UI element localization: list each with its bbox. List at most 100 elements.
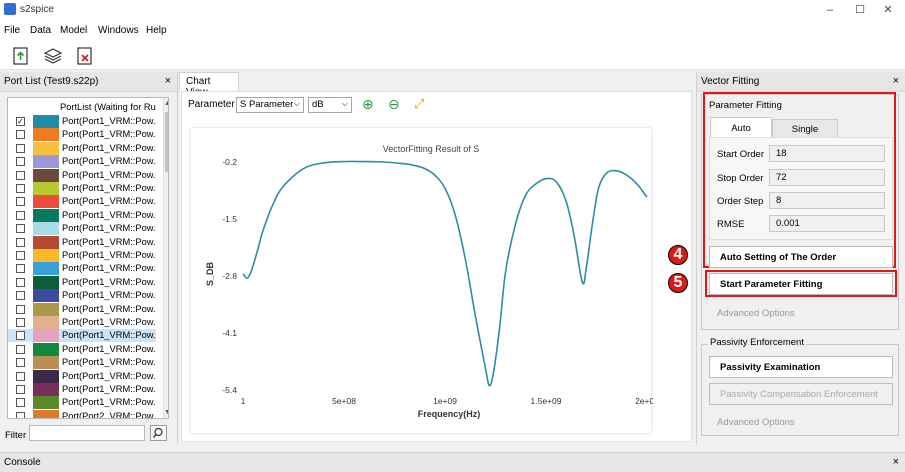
port-checkbox[interactable]: [16, 344, 25, 354]
tab-auto[interactable]: Auto: [710, 117, 772, 138]
port-checkbox[interactable]: [16, 197, 25, 207]
port-list-scrollbar[interactable]: ▲ ▼: [163, 98, 168, 418]
port-checkbox[interactable]: [16, 331, 25, 341]
list-item[interactable]: Port(Port1_VRM::Pow...: [8, 356, 156, 370]
port-checkbox[interactable]: [16, 304, 25, 314]
scroll-down-icon[interactable]: ▼: [164, 409, 168, 417]
import-icon[interactable]: [10, 46, 32, 66]
close-window-button[interactable]: ✕: [873, 2, 903, 18]
port-checkbox[interactable]: [16, 224, 25, 234]
list-item[interactable]: Port(Port1_VRM::Pow...: [8, 235, 156, 249]
delete-file-icon[interactable]: [74, 46, 96, 66]
port-checkbox[interactable]: [16, 184, 25, 193]
port-checkbox[interactable]: [16, 130, 25, 140]
list-item[interactable]: Port(Port1_VRM::Pow...: [8, 383, 156, 396]
port-list[interactable]: PortList (Waiting for Ru ✓ Port(Port1_VRM…: [7, 97, 169, 419]
tab-single[interactable]: Single: [772, 119, 838, 138]
port-checkbox[interactable]: [16, 291, 25, 301]
list-item[interactable]: Port(Port1_VRM::Pow...: [8, 316, 156, 329]
port-color-swatch: [33, 235, 59, 249]
close-vector-fitting-icon[interactable]: ×: [893, 75, 899, 87]
port-label: Port(Port1_VRM::Pow...: [62, 343, 156, 354]
port-checkbox[interactable]: [16, 251, 25, 260]
menu-model[interactable]: Model: [60, 25, 87, 36]
list-item[interactable]: Port(Port1_VRM::Pow...: [8, 289, 156, 303]
maximize-button[interactable]: ☐: [845, 2, 875, 18]
port-checkbox[interactable]: [16, 143, 25, 153]
port-checkbox[interactable]: [16, 237, 25, 247]
port-color-swatch: [33, 289, 59, 303]
list-item[interactable]: Port(Port1_VRM::Pow...: [8, 342, 156, 356]
list-item[interactable]: Port(Port1_VRM::Pow...: [8, 128, 156, 142]
menu-help[interactable]: Help: [146, 25, 167, 36]
list-item[interactable]: ✓ Port(Port1_VRM::Pow...: [8, 115, 156, 128]
advanced-options-link-2[interactable]: Advanced Options: [717, 417, 795, 428]
start-parameter-fitting-button[interactable]: Start Parameter Fitting: [709, 273, 893, 295]
port-checkbox[interactable]: [16, 210, 25, 220]
list-item[interactable]: Port(Port2_VRM::Pow...: [8, 409, 156, 418]
port-checkbox[interactable]: [16, 358, 25, 368]
close-console-icon[interactable]: ×: [893, 456, 899, 468]
vector-fitting-chart[interactable]: VectorFitting Result of S Frequency(Hz) …: [191, 128, 660, 435]
unit-select-value: dB: [312, 99, 324, 110]
list-item[interactable]: Port(Port1_VRM::Pow...: [8, 262, 156, 276]
x-axis: 1 5e+08 1e+09 1.5e+09 2e+09: [241, 396, 660, 406]
list-item[interactable]: Port(Port1_VRM::Pow...: [8, 275, 156, 289]
filter-input[interactable]: [29, 425, 145, 441]
minimize-button[interactable]: –: [815, 2, 845, 18]
port-checkbox[interactable]: [16, 398, 25, 408]
layers-icon[interactable]: [42, 46, 64, 66]
port-checkbox[interactable]: [16, 318, 25, 327]
port-checkbox[interactable]: [16, 277, 25, 287]
list-item[interactable]: Port(Port1_VRM::Pow...: [8, 369, 156, 383]
passivity-compensation-button[interactable]: Passivity Compensation Enforcement: [709, 383, 893, 405]
port-checkbox[interactable]: [16, 157, 25, 167]
menu-file[interactable]: File: [4, 25, 20, 36]
list-item[interactable]: Port(Port1_VRM::Pow...: [8, 329, 156, 343]
rmse-field[interactable]: 0.001: [769, 215, 885, 232]
order-step-field[interactable]: 8: [769, 192, 885, 209]
zoom-out-icon[interactable]: ⊖: [388, 96, 400, 113]
port-label: Port(Port1_VRM::Pow...: [62, 236, 156, 247]
list-item[interactable]: Port(Port1_VRM::Pow...: [8, 141, 156, 155]
zoom-in-icon[interactable]: ⊕: [362, 96, 374, 113]
auto-setting-order-button[interactable]: Auto Setting of The Order: [709, 246, 893, 268]
port-checkbox[interactable]: [16, 371, 25, 381]
port-checkbox[interactable]: ✓: [16, 117, 25, 126]
stop-order-field[interactable]: 72: [769, 169, 885, 186]
passivity-examination-button[interactable]: Passivity Examination: [709, 356, 893, 378]
list-item[interactable]: Port(Port1_VRM::Pow...: [8, 195, 156, 209]
scrollbar-thumb[interactable]: [165, 112, 168, 172]
filter-search-button[interactable]: [150, 425, 167, 441]
advanced-options-link-1[interactable]: Advanced Options: [717, 308, 795, 319]
unit-select[interactable]: dB ⌵: [308, 97, 352, 113]
port-checkbox[interactable]: [16, 411, 25, 418]
callout-4-badge: 4: [668, 245, 688, 265]
console-panel: Console ×: [0, 452, 905, 472]
list-item[interactable]: Port(Port1_VRM::Pow...: [8, 249, 156, 262]
menu-data[interactable]: Data: [30, 25, 51, 36]
list-item[interactable]: Port(Port1_VRM::Pow...: [8, 182, 156, 195]
parameter-fitting-title: Parameter Fitting: [709, 100, 782, 111]
port-checkbox[interactable]: [16, 264, 25, 274]
list-item[interactable]: Port(Port1_VRM::Pow...: [8, 168, 156, 182]
port-label: Port(Port1_VRM::Pow...: [62, 183, 156, 193]
list-item[interactable]: Port(Port1_VRM::Pow...: [8, 208, 156, 222]
port-checkbox[interactable]: [16, 385, 25, 394]
close-port-panel-icon[interactable]: ×: [165, 75, 171, 87]
fit-view-icon[interactable]: ⤢: [414, 96, 424, 112]
list-item[interactable]: Port(Port1_VRM::Pow...: [8, 302, 156, 316]
scroll-up-icon[interactable]: ▲: [164, 100, 168, 108]
list-item[interactable]: Port(Port1_VRM::Pow...: [8, 222, 156, 236]
start-order-field[interactable]: 18: [769, 145, 885, 162]
port-color-swatch: [33, 329, 59, 343]
menu-windows[interactable]: Windows: [98, 25, 139, 36]
port-checkbox[interactable]: [16, 170, 25, 180]
port-label: Port(Port1_VRM::Pow...: [62, 330, 156, 341]
port-label: Port(Port1_VRM::Pow...: [62, 209, 156, 220]
parameter-select[interactable]: S Parameter ⌵: [236, 97, 304, 113]
list-item[interactable]: Port(Port1_VRM::Pow...: [8, 155, 156, 169]
port-label: Port(Port1_VRM::Pow...: [62, 116, 156, 126]
list-item[interactable]: Port(Port1_VRM::Pow...: [8, 396, 156, 410]
tab-chart-view[interactable]: Chart View: [179, 72, 239, 98]
